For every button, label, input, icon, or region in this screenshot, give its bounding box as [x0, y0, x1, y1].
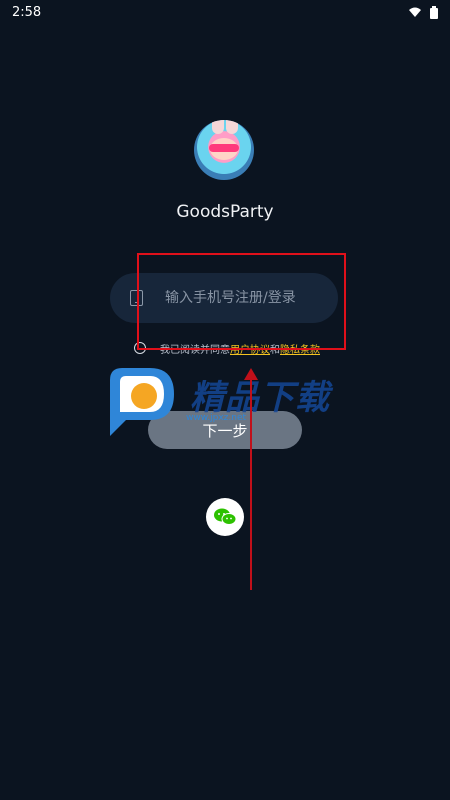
status-time: 2:58: [12, 4, 42, 20]
watermark-logo: [110, 368, 174, 436]
annotation-arrow-line: [250, 376, 252, 590]
watermark-url: www.jpxz.net: [186, 413, 247, 423]
annotation-arrow-head: [244, 368, 258, 380]
status-icons: [408, 5, 438, 19]
app-logo: [194, 120, 254, 180]
app-name: GoodsParty: [176, 202, 274, 222]
wifi-icon: [409, 7, 421, 17]
logo-ear-left: [212, 120, 224, 134]
annotation-highlight-box: [137, 253, 346, 350]
status-bar: 2:58: [0, 0, 450, 24]
wechat-icon: [214, 508, 237, 525]
watermark-text: 精品下载: [190, 378, 330, 418]
battery-icon: [430, 5, 438, 19]
logo-ear-right: [226, 120, 238, 134]
logo-glasses: [209, 144, 239, 152]
wechat-login-button[interactable]: [206, 498, 244, 536]
